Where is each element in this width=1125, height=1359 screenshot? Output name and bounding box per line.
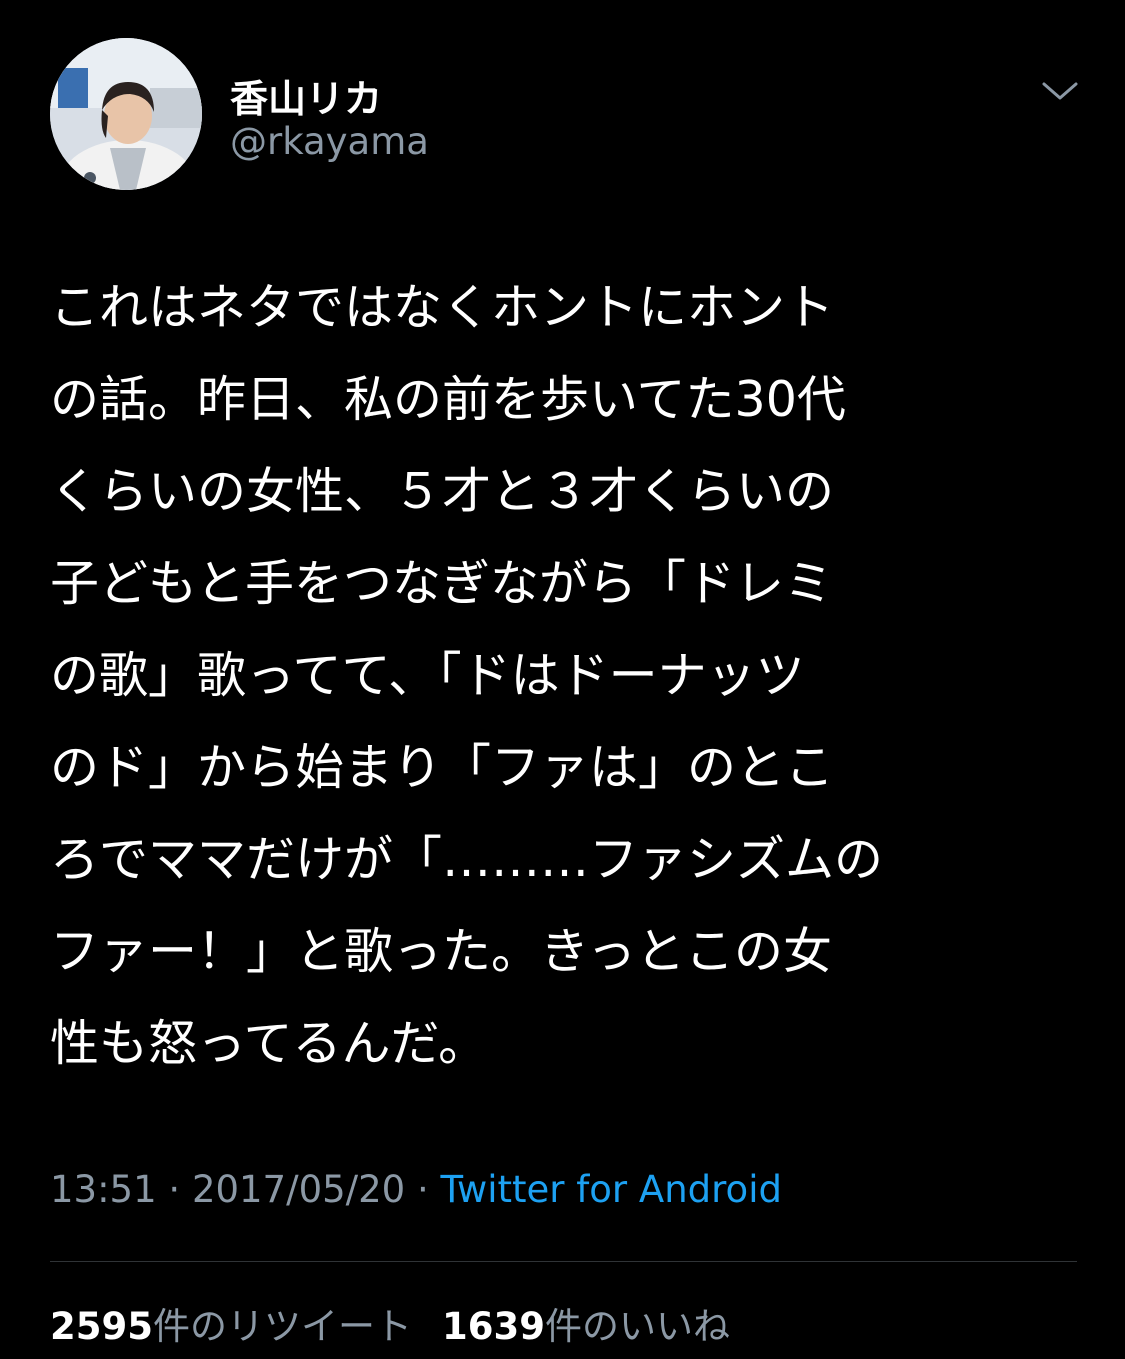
retweets-stat[interactable]: 2595件のリツイート	[50, 1305, 412, 1348]
meta-separator: ·	[156, 1168, 192, 1211]
tweet-header: 香山リカ @rkayama	[50, 38, 1090, 193]
tweet-meta: 13:51 · 2017/05/20 · Twitter for Android	[50, 1168, 782, 1211]
tweet-time: 13:51	[50, 1168, 157, 1211]
tweet-text-line: の話。昨日、私の前を歩いてた30代	[50, 371, 846, 428]
retweets-count: 2595	[50, 1305, 153, 1348]
tweet-text-line: 性も怒ってるんだ。	[50, 1015, 488, 1072]
likes-stat[interactable]: 1639件のいいね	[442, 1305, 730, 1348]
retweets-label: 件のリツイート	[152, 1305, 412, 1348]
divider	[50, 1261, 1077, 1262]
avatar-photo	[50, 38, 202, 190]
tweet-source-link[interactable]: Twitter for Android	[441, 1168, 782, 1211]
tweet-text-line: ろでママだけが「………ファシズムの	[50, 831, 884, 888]
tweet-date: 2017/05/20	[191, 1168, 406, 1211]
tweet-text-line: 子どもと手をつなぎながら「ドレミ	[50, 555, 834, 612]
tweet-text-line: の歌」歌ってて、「ドはドーナッツ	[50, 647, 805, 704]
user-handle[interactable]: @rkayama	[230, 120, 429, 163]
avatar[interactable]	[50, 38, 202, 190]
likes-count: 1639	[441, 1305, 545, 1348]
display-name[interactable]: 香山リカ	[230, 68, 382, 123]
tweet-text-line: ファー！」と歌った。きっとこの女	[50, 923, 833, 980]
chevron-down-icon[interactable]	[1040, 76, 1080, 106]
tweet-body: これはネタではなくホントにホント の話。昨日、私の前を歩いてた30代 くらいの女…	[50, 262, 1090, 1090]
tweet-stats: 2595件のリツイート 1639件のいいね	[50, 1296, 730, 1350]
tweet-text-line: これはネタではなくホントにホント	[50, 279, 835, 336]
tweet-text-line: くらいの女性、５才と３才くらいの	[50, 463, 835, 520]
tweet-text-line: のド」から始まり「ファは」のとこ	[50, 739, 835, 796]
tweet-detail: 香山リカ @rkayama これはネタではなくホントにホント の話。昨日、私の前…	[0, 0, 1125, 1359]
meta-separator: ·	[405, 1168, 441, 1211]
likes-label: 件のいいね	[544, 1305, 730, 1348]
